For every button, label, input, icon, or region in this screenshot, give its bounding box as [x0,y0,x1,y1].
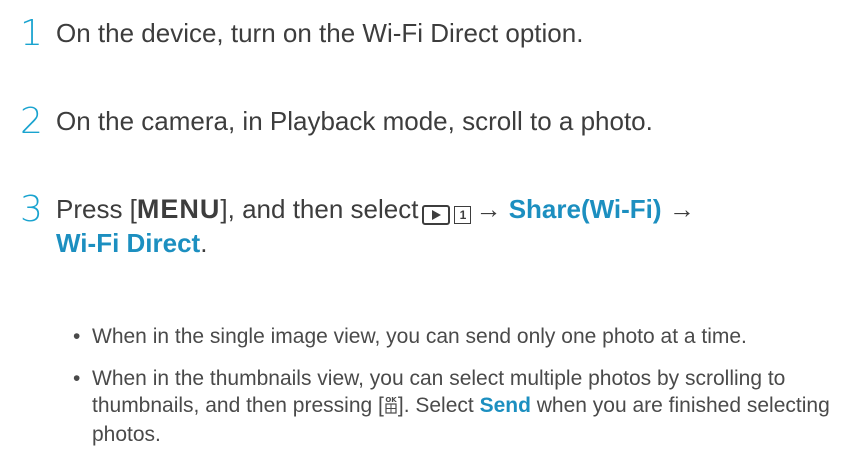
playback-menu-icon: 1 [422,205,472,225]
step-number: 2 [20,101,43,142]
step-number: 3 [20,189,43,230]
bullet-dot: • [73,367,81,390]
note-text-mid: ]. Select [397,394,480,417]
arrow: → [475,194,502,224]
press-text: Press [ [56,194,137,224]
step-number: 1 [20,13,43,54]
step-1: 1 On the device, turn on the Wi-Fi Direc… [20,16,583,52]
menu-page-icon: 1 [454,206,472,224]
play-icon [422,205,451,225]
notes-list: • When in the single image view, you can… [72,323,832,463]
step-3: 3 Press [MENU], and then select 1 → Share(… [20,192,695,260]
wifi-direct-label: Wi-Fi Direct [56,228,201,258]
step-text: Press [MENU], and then select 1 → Share(Wi… [56,192,695,260]
ok-grid-icon: OK [384,394,398,421]
menu-key-label: MENU [136,194,221,224]
svg-text:OK: OK [385,396,397,404]
arrow: → [668,194,695,224]
step-text: On the device, turn on the Wi-Fi Direct … [56,18,584,48]
then-select-text: ], and then select [220,194,419,224]
share-wifi-label: Share(Wi-Fi) [508,194,662,224]
list-item: • When in the single image view, you can… [72,323,832,350]
period: . [200,228,208,258]
note-text: When in the single image view, you can s… [92,325,747,348]
step-text: On the camera, in Playback mode, scroll … [56,106,653,136]
list-item: • When in the thumbnails view, you can s… [72,365,832,448]
send-label: Send [479,394,531,417]
bullet-dot: • [73,325,81,348]
step-2: 2 On the camera, in Playback mode, scrol… [20,104,653,140]
